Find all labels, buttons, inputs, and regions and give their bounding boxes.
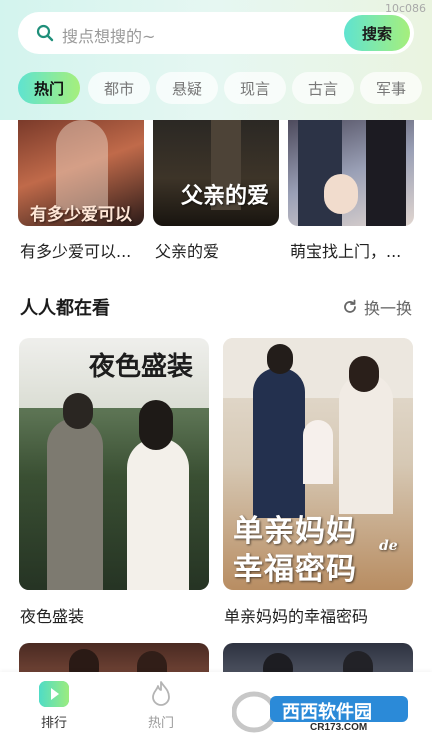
search-button[interactable]: 搜索 <box>344 15 410 51</box>
cover-figure <box>253 368 305 518</box>
cover-figure <box>303 420 333 484</box>
flame-icon <box>152 681 170 706</box>
nav-hot[interactable]: 热门 <box>126 680 196 731</box>
refresh-icon <box>344 299 356 313</box>
featured-title-1[interactable]: 夜色盛装 <box>20 603 84 627</box>
search-bar[interactable]: 搜点想搜的~ 搜索 <box>18 12 414 54</box>
refresh-button[interactable]: 换一换 <box>342 295 412 319</box>
drama-cover-3[interactable] <box>288 120 414 226</box>
category-tabs: 热门 都市 悬疑 现言 古言 军事 <box>18 72 432 104</box>
cover-title-text: 有多少爱可以重来 <box>30 205 132 225</box>
refresh-label: 换一换 <box>363 299 412 318</box>
cover-figure <box>139 400 173 450</box>
cover-figure <box>349 356 379 392</box>
cover-title-text: 夜色盛装 <box>89 352 194 382</box>
tab-suspense[interactable]: 悬疑 <box>156 72 218 104</box>
cover-figure <box>339 374 393 514</box>
drama-title-1[interactable]: 有多少爱可以... <box>20 238 131 262</box>
cover-figure <box>56 120 108 210</box>
section-title: 人人都在看 <box>20 298 110 319</box>
drama-title-3[interactable]: 萌宝找上门，... <box>290 238 401 262</box>
nav-hot-label: 热门 <box>147 716 174 731</box>
nav-ranking[interactable]: 排行 <box>19 680 89 731</box>
cover-figure <box>47 418 103 590</box>
tab-military[interactable]: 军事 <box>360 72 422 104</box>
tab-ancient-romance[interactable]: 古言 <box>292 72 354 104</box>
drama-cover-1[interactable]: 有多少爱可以重来 <box>18 120 144 226</box>
cover-figure <box>366 120 406 226</box>
featured-cover-1[interactable]: 夜色盛装 <box>19 338 209 590</box>
cover-figure <box>267 344 293 374</box>
watermark-logo-text: 西西软件园 <box>282 702 372 722</box>
cover-title-text: 父亲的爱 <box>181 183 270 209</box>
cover-title-line-2: 幸福密码 <box>233 552 357 587</box>
tab-city[interactable]: 都市 <box>88 72 150 104</box>
cover-figure <box>324 174 358 214</box>
drama-cover-2[interactable]: 父亲的爱 <box>153 120 279 226</box>
cover-figure <box>127 438 189 590</box>
cover-title-de: de <box>379 538 398 554</box>
nav-ranking-label: 排行 <box>40 716 67 731</box>
watermark-logo-url: CR173.COM <box>310 722 368 733</box>
search-input[interactable]: 搜点想搜的~ <box>62 23 155 47</box>
search-icon <box>36 24 54 42</box>
featured-cover-2[interactable]: 单亲妈妈 幸福密码 de <box>223 338 413 590</box>
tab-modern-romance[interactable]: 现言 <box>224 72 286 104</box>
cover-figure <box>63 393 93 429</box>
tab-hot[interactable]: 热门 <box>18 72 80 104</box>
play-icon <box>39 681 69 707</box>
site-watermark-logo: 西西软件园 CR173.COM <box>231 688 412 734</box>
featured-title-2[interactable]: 单亲妈妈的幸福密码 <box>224 603 368 627</box>
drama-title-2[interactable]: 父亲的爱 <box>155 238 219 262</box>
